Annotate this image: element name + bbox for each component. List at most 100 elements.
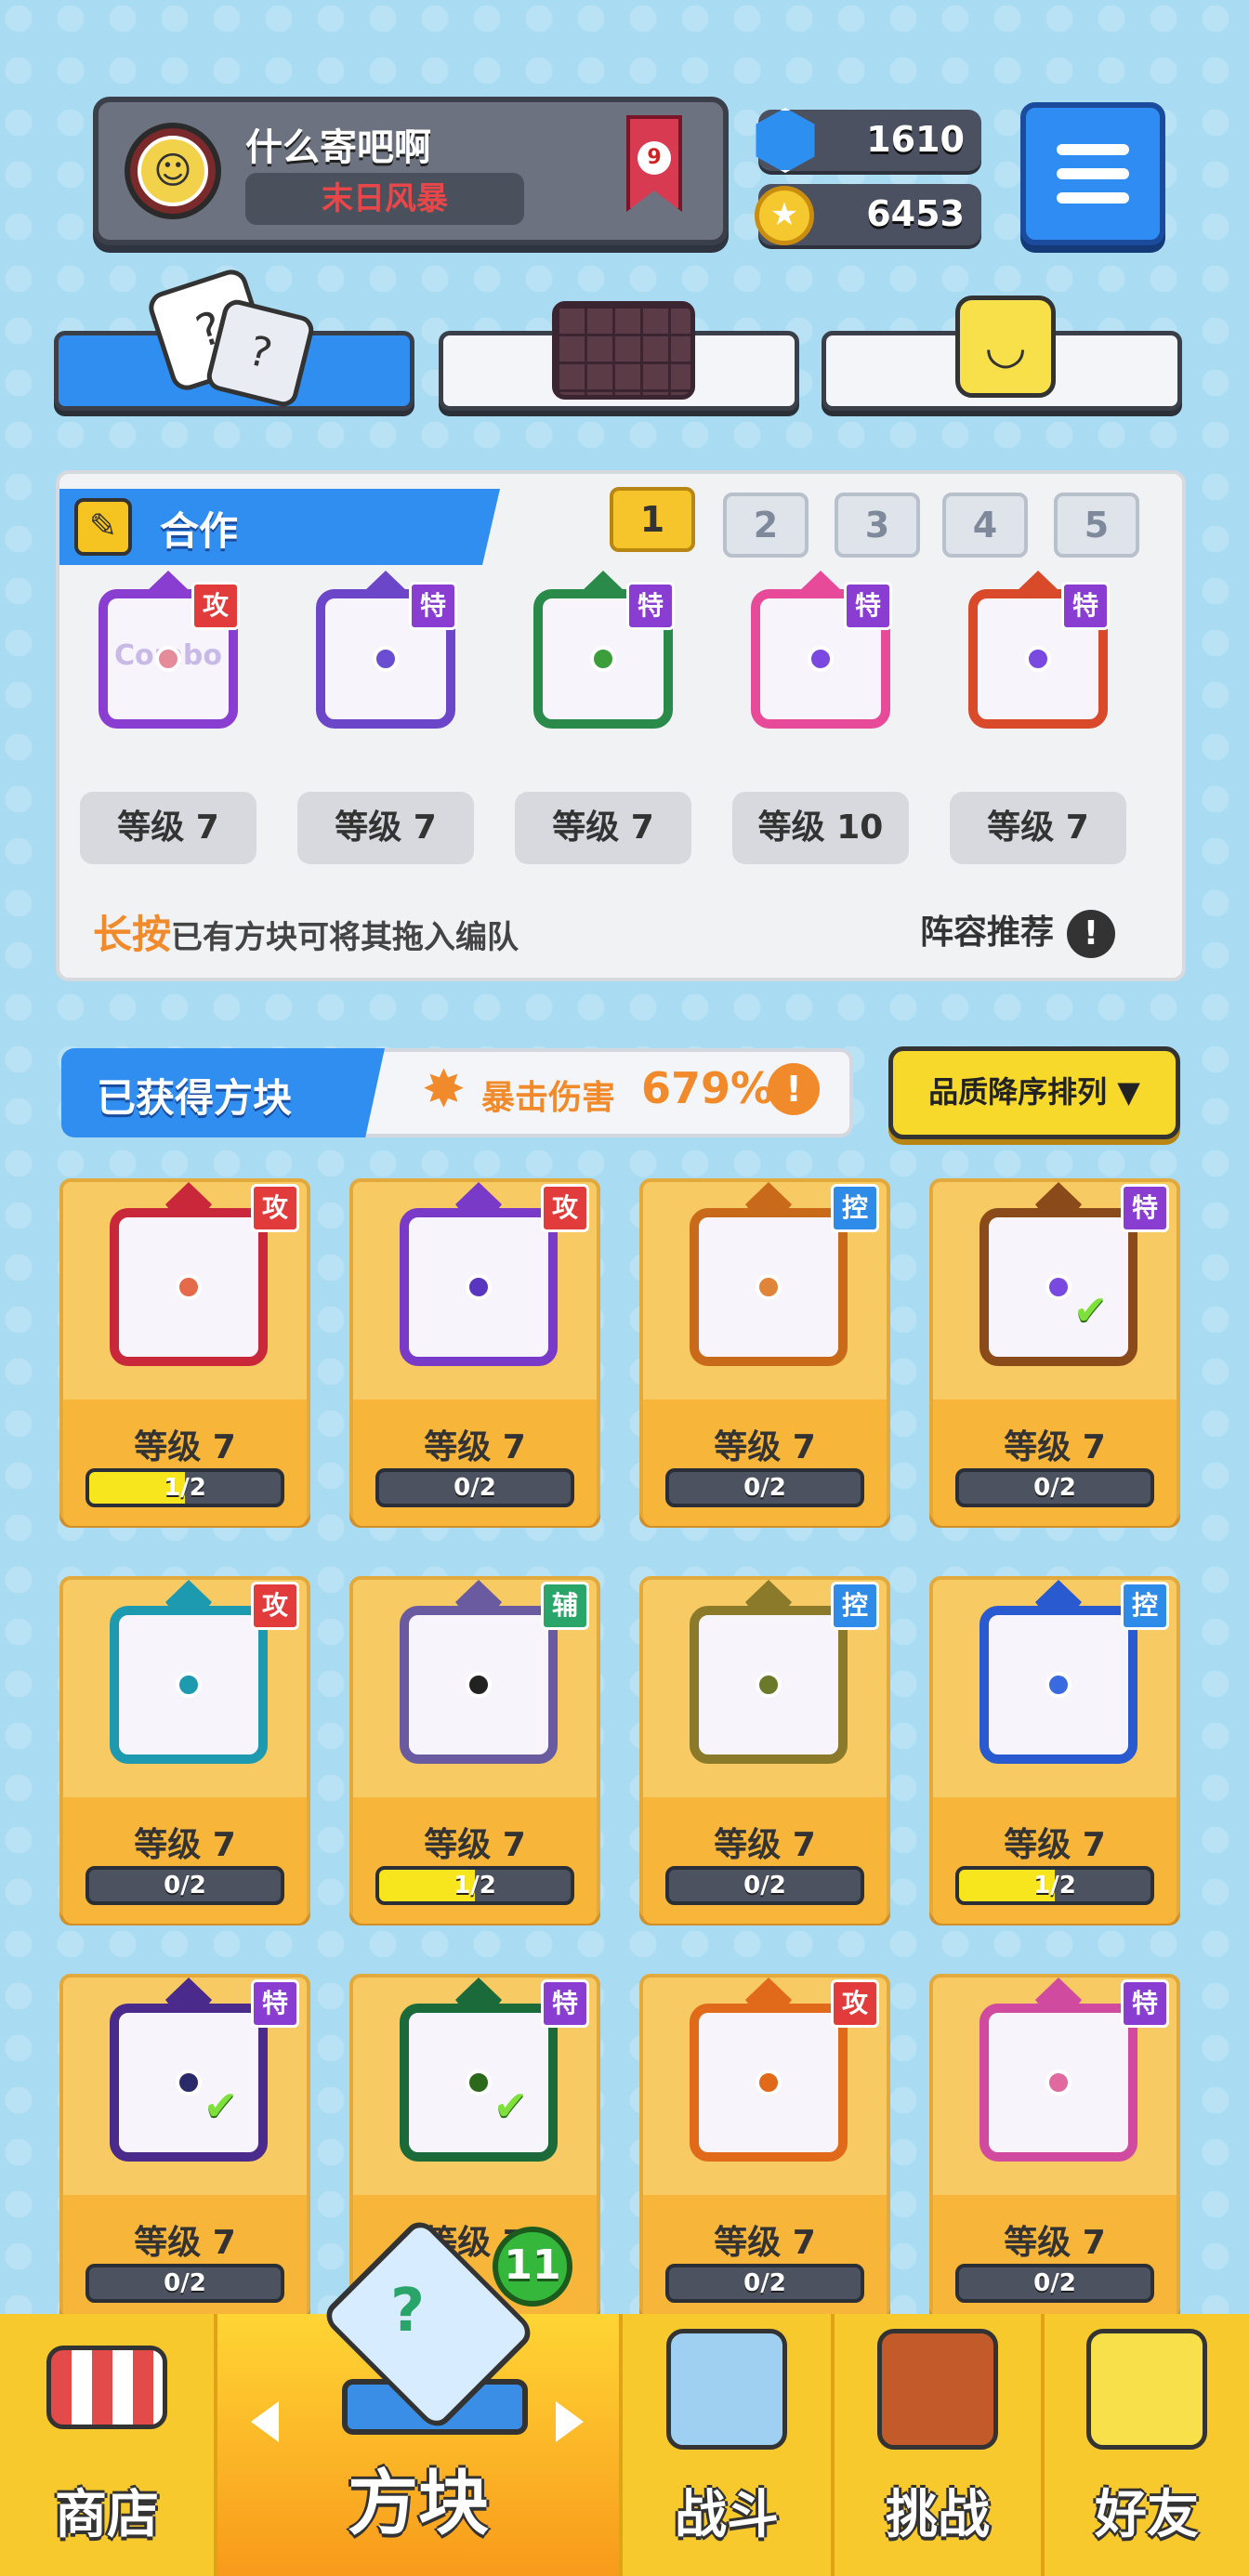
grid-icon xyxy=(552,301,695,400)
castle-icon xyxy=(877,2329,998,2450)
gem-value: 1610 xyxy=(866,119,965,160)
upgrade-progress-bar: 1/2 xyxy=(375,1866,574,1905)
coin-counter[interactable]: ★ 6453 xyxy=(755,184,981,245)
player-avatar[interactable]: ☺ xyxy=(125,123,221,219)
team-slot-4[interactable]: 特 xyxy=(742,571,898,756)
page-tab-2[interactable]: 2 xyxy=(723,493,809,558)
crit-info-icon[interactable]: ! xyxy=(768,1063,820,1115)
type-badge: 特 xyxy=(626,582,675,630)
owned-block-card[interactable]: 攻等级 7 1/2 xyxy=(59,1178,310,1526)
lineup-recommend-button[interactable]: 阵容推荐! xyxy=(920,905,1116,958)
nav-friends[interactable]: 好友 xyxy=(1045,2314,1249,2576)
type-badge: 特 xyxy=(251,1979,299,2028)
progress-text: 0/2 xyxy=(743,1872,786,1899)
block-core-icon xyxy=(466,1274,492,1300)
progress-text: 0/2 xyxy=(743,2269,786,2297)
block-core-icon xyxy=(176,2070,202,2096)
type-badge: 控 xyxy=(831,1184,879,1232)
type-badge: 特 xyxy=(409,582,457,630)
upgrade-progress-bar: 0/2 xyxy=(85,1866,284,1905)
pencil-icon[interactable]: ✎ xyxy=(74,498,132,556)
team-slot-level: 等级 10 xyxy=(732,792,909,864)
block-core-icon xyxy=(466,1672,492,1698)
owned-block-card[interactable]: 辅等级 7 1/2 xyxy=(349,1576,600,1924)
block-level: 等级 7 xyxy=(1004,1826,1106,1864)
nav-friends-label: 好友 xyxy=(1095,2485,1199,2545)
upgrade-progress-bar: 1/2 xyxy=(955,1866,1154,1905)
block-frame xyxy=(110,1606,268,1764)
blocks-notification-badge: 11 xyxy=(493,2227,572,2307)
page-tab-4[interactable]: 4 xyxy=(942,493,1028,558)
page-tab-5[interactable]: 5 xyxy=(1054,493,1139,558)
upgrade-progress-bar: 0/2 xyxy=(955,1468,1154,1507)
type-badge: 控 xyxy=(831,1582,879,1630)
owned-block-card[interactable]: 控等级 7 0/2 xyxy=(639,1576,890,1924)
block-frame xyxy=(400,1208,558,1366)
type-badge: 攻 xyxy=(831,1979,879,2028)
block-core-icon xyxy=(176,1274,202,1300)
progress-text: 1/2 xyxy=(1033,1872,1076,1899)
owned-block-card[interactable]: ✔ 特等级 7 0/2 xyxy=(929,1178,1180,1526)
equipped-check-icon: ✔ xyxy=(204,2083,238,2130)
team-slot-2[interactable]: 特 xyxy=(307,571,463,756)
upgrade-progress-bar: 0/2 xyxy=(665,1866,864,1905)
block-core-icon xyxy=(155,646,181,672)
player-title: 末日风暴 xyxy=(245,173,524,225)
nav-shop-label: 商店 xyxy=(55,2485,159,2545)
smile-face-icon: ◡ xyxy=(955,296,1056,398)
lineup-recommend-label: 阵容推荐 xyxy=(920,913,1055,952)
block-frame: ✔ xyxy=(110,2004,268,2162)
progress-text: 0/2 xyxy=(164,2269,206,2297)
block-frame xyxy=(400,1606,558,1764)
progress-text: 0/2 xyxy=(743,1474,786,1502)
block-core-icon xyxy=(373,646,399,672)
page-tab-3[interactable]: 3 xyxy=(835,493,920,558)
progress-text: 0/2 xyxy=(1033,1474,1076,1502)
type-badge: 攻 xyxy=(191,582,240,630)
owned-block-card[interactable]: ✔ 特等级 7 0/2 xyxy=(59,1974,310,2321)
block-frame xyxy=(979,2004,1137,2162)
arrow-right-icon[interactable] xyxy=(556,2401,584,2442)
owned-block-card[interactable]: 攻等级 7 0/2 xyxy=(59,1576,310,1924)
block-core-icon xyxy=(1045,2070,1072,2096)
upgrade-progress-bar: 0/2 xyxy=(955,2264,1154,2303)
nav-shop[interactable]: 商店 xyxy=(0,2314,214,2576)
owned-block-card[interactable]: 特等级 7 0/2 xyxy=(929,1974,1180,2321)
block-level: 等级 7 xyxy=(134,2224,236,2262)
menu-button[interactable] xyxy=(1020,102,1165,245)
team-slot-5[interactable]: 特 xyxy=(959,571,1115,756)
block-frame xyxy=(110,1208,268,1366)
menu-bar xyxy=(1057,168,1129,179)
hint-rest: 已有方块可将其拖入编队 xyxy=(171,919,519,956)
shop-icon xyxy=(46,2346,167,2429)
equipped-check-icon: ✔ xyxy=(493,2083,528,2130)
avatar-face-icon: ☺ xyxy=(138,136,208,206)
team-slot-1[interactable]: Combo攻 xyxy=(89,571,245,756)
block-frame xyxy=(690,2004,848,2162)
block-level: 等级 7 xyxy=(714,1428,816,1466)
block-frame xyxy=(690,1208,848,1366)
block-frame: ✔ xyxy=(400,2004,558,2162)
drag-hint: 长按已有方块可将其拖入编队 xyxy=(93,903,519,960)
block-core-icon xyxy=(1025,646,1051,672)
team-slot-level: 等级 7 xyxy=(950,792,1126,864)
upgrade-progress-bar: 0/2 xyxy=(375,1468,574,1507)
owned-block-card[interactable]: 攻等级 7 0/2 xyxy=(639,1974,890,2321)
owned-block-card[interactable]: 攻等级 7 0/2 xyxy=(349,1178,600,1526)
arrow-left-icon[interactable] xyxy=(251,2401,279,2442)
player-profile-panel[interactable]: ☺ 什么寄吧啊 末日风暴 9 xyxy=(93,97,729,245)
progress-text: 0/2 xyxy=(1033,2269,1076,2297)
info-icon[interactable]: ! xyxy=(1067,910,1116,958)
block-core-icon xyxy=(466,2070,492,2096)
nav-battle[interactable]: 战斗 xyxy=(623,2314,831,2576)
team-slot-3[interactable]: 特 xyxy=(524,571,680,756)
owned-block-card[interactable]: 控等级 7 1/2 xyxy=(929,1576,1180,1924)
page-tab-1[interactable]: 1 xyxy=(610,487,695,552)
sort-quality-dropdown[interactable]: 品质降序排列 ▼ xyxy=(888,1046,1180,1139)
block-level: 等级 7 xyxy=(134,1428,236,1466)
equipped-check-icon: ✔ xyxy=(1073,1287,1108,1334)
nav-challenge[interactable]: 挑战 xyxy=(835,2314,1041,2576)
nav-blocks-label: 方块 xyxy=(348,2462,489,2544)
owned-block-card[interactable]: 控等级 7 0/2 xyxy=(639,1178,890,1526)
gem-counter[interactable]: 1610 xyxy=(756,108,981,173)
